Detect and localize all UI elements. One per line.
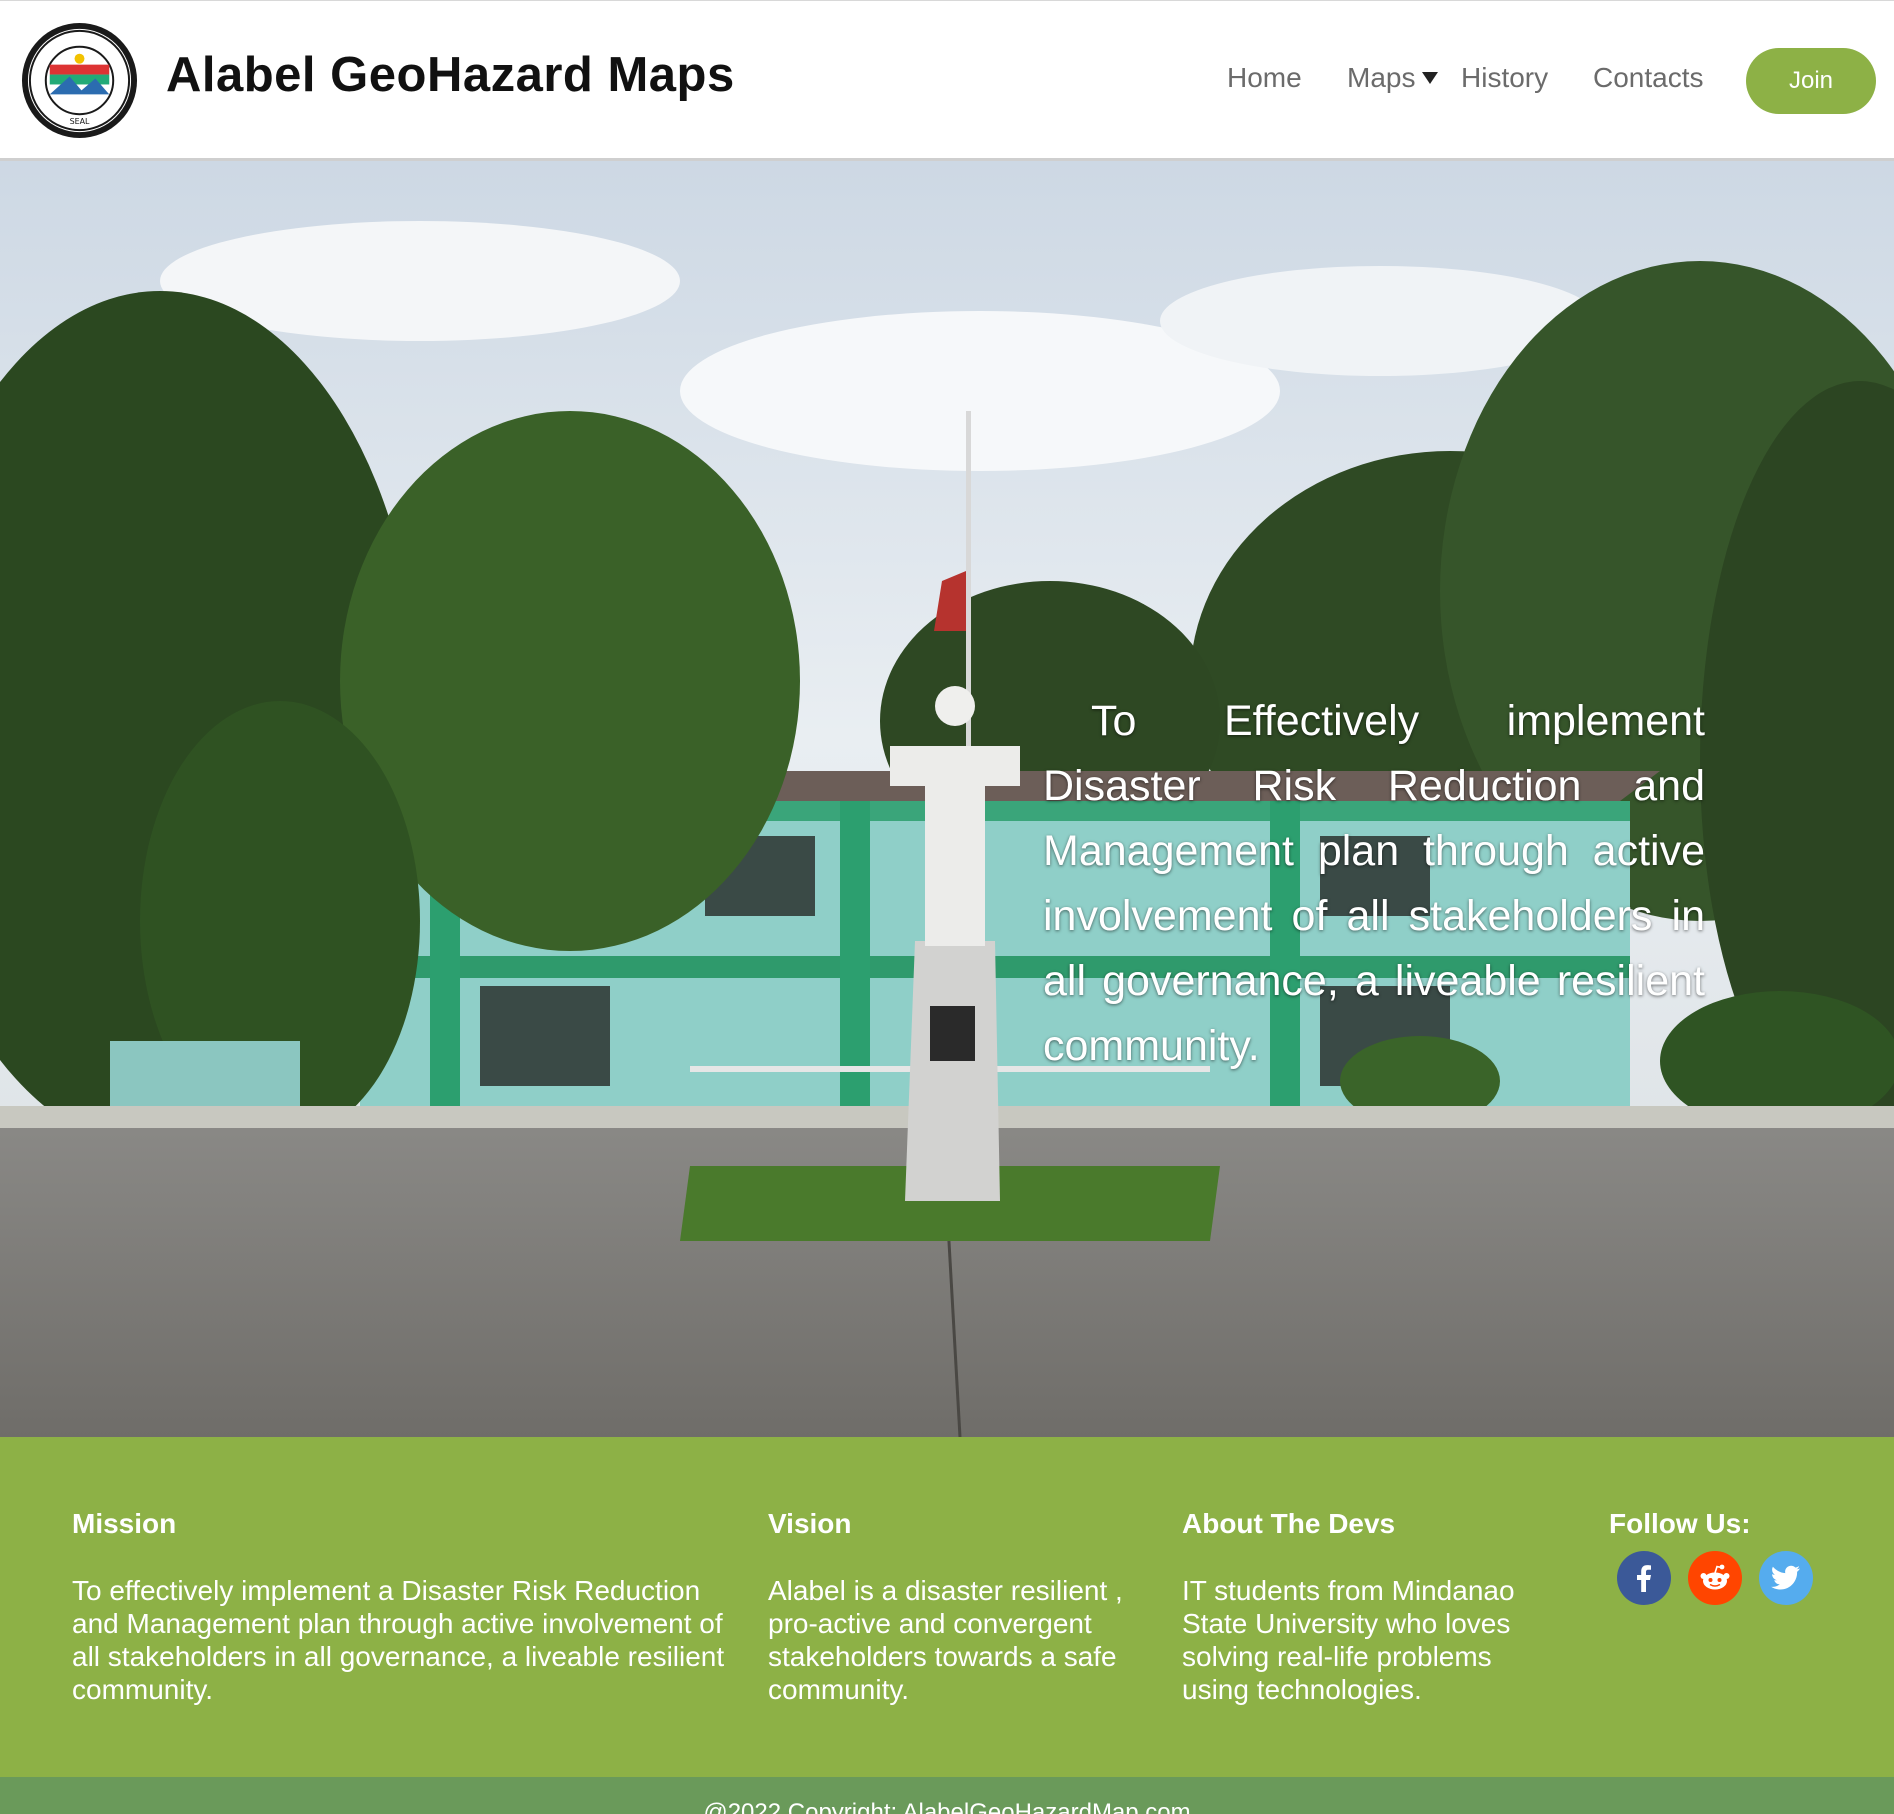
top-navbar: SEAL Alabel GeoHazard Maps Home Maps His… — [0, 0, 1894, 161]
site-title: Alabel GeoHazard Maps — [166, 48, 735, 102]
nav-home-link[interactable]: Home — [1227, 62, 1302, 94]
reddit-icon[interactable] — [1688, 1551, 1742, 1605]
about-devs-heading: About The Devs — [1182, 1508, 1396, 1539]
footer: Mission To effectively implement a Disas… — [0, 1437, 1894, 1777]
twitter-icon[interactable] — [1759, 1551, 1813, 1605]
nav-history-link[interactable]: History — [1461, 62, 1548, 94]
about-devs-text: IT students from Mindanao State Universi… — [1182, 1575, 1515, 1705]
hero-mission-statement: To Effectively implement Disaster Risk R… — [1043, 697, 1705, 1070]
about-devs-section: About The Devs IT students from Mindanao… — [1182, 1508, 1542, 1706]
vision-text: Alabel is a disaster resilient , pro-act… — [768, 1575, 1123, 1705]
caret-down-icon[interactable] — [1421, 71, 1439, 85]
mission-section: Mission To effectively implement a Disas… — [72, 1508, 732, 1706]
follow-us-heading: Follow Us: — [1609, 1508, 1751, 1539]
nav-contacts-link[interactable]: Contacts — [1593, 62, 1704, 94]
follow-us-section: Follow Us: — [1609, 1508, 1869, 1605]
nav-maps-link[interactable]: Maps — [1347, 62, 1415, 94]
join-button[interactable]: Join — [1746, 48, 1876, 114]
facebook-icon[interactable] — [1617, 1551, 1671, 1605]
vision-heading: Vision — [768, 1508, 852, 1539]
municipal-seal-logo[interactable]: SEAL — [20, 21, 139, 140]
hero-banner: To Effectively implement Disaster Risk R… — [0, 161, 1894, 1437]
copyright-bar: @2022 Copyright: AlabelGeoHazardMap.com — [0, 1777, 1894, 1814]
svg-text:SEAL: SEAL — [70, 117, 90, 126]
mission-heading: Mission — [72, 1508, 177, 1539]
mission-text: To effectively implement a Disaster Risk… — [72, 1575, 725, 1705]
vision-section: Vision Alabel is a disaster resilient , … — [768, 1508, 1148, 1706]
copyright-text: @2022 Copyright: AlabelGeoHazardMap.com — [703, 1799, 1191, 1814]
